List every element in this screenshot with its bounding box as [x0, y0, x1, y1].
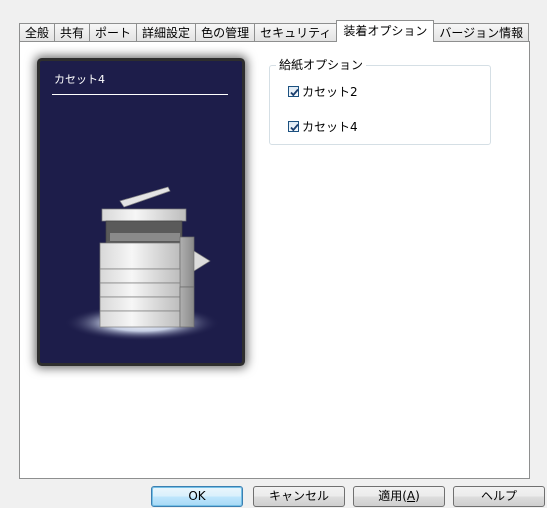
cassette2-checkbox[interactable]	[288, 86, 299, 97]
tab-installed-options[interactable]: 装着オプション	[336, 20, 435, 42]
cassette4-label: カセット4	[302, 120, 358, 134]
printer-preview: カセット4	[40, 61, 242, 363]
cancel-button[interactable]: キャンセル	[253, 486, 345, 507]
tab-page-installed-options: カセット4 給紙オプション カセット2 カセット4	[19, 41, 530, 479]
checkmark-icon	[290, 123, 299, 132]
apply-accelerator: A	[406, 489, 416, 503]
tab-general[interactable]: 全般	[19, 23, 56, 41]
tab-advanced[interactable]: 詳細設定	[136, 23, 197, 41]
preview-cassette-label: カセット4	[54, 73, 105, 86]
printer-properties-dialog: 全般 共有 ポート 詳細設定 色の管理 セキュリティ 装着オプション バージョン…	[0, 0, 547, 508]
printer-image	[64, 186, 220, 341]
ok-button[interactable]: OK	[151, 486, 243, 507]
paper-options-legend: 給紙オプション	[276, 56, 367, 73]
preview-divider	[52, 94, 228, 95]
cassette2-label: カセット2	[302, 85, 358, 99]
cassette4-option[interactable]: カセット4	[288, 118, 358, 135]
cassette4-checkbox[interactable]	[288, 121, 299, 132]
apply-label-prefix: 適用(	[378, 489, 407, 503]
cassette2-option[interactable]: カセット2	[288, 83, 358, 100]
tab-version-info[interactable]: バージョン情報	[433, 23, 530, 41]
tab-sharing[interactable]: 共有	[54, 23, 91, 41]
help-button[interactable]: ヘルプ	[453, 486, 545, 507]
apply-button[interactable]: 適用(A)	[353, 486, 445, 507]
apply-label-suffix: )	[415, 489, 420, 503]
tab-color-management[interactable]: 色の管理	[195, 23, 256, 41]
checkmark-icon	[290, 88, 299, 97]
tab-strip: 全般 共有 ポート 詳細設定 色の管理 セキュリティ 装着オプション バージョン…	[19, 20, 530, 42]
tab-ports[interactable]: ポート	[89, 23, 138, 41]
tab-security[interactable]: セキュリティ	[254, 23, 338, 41]
